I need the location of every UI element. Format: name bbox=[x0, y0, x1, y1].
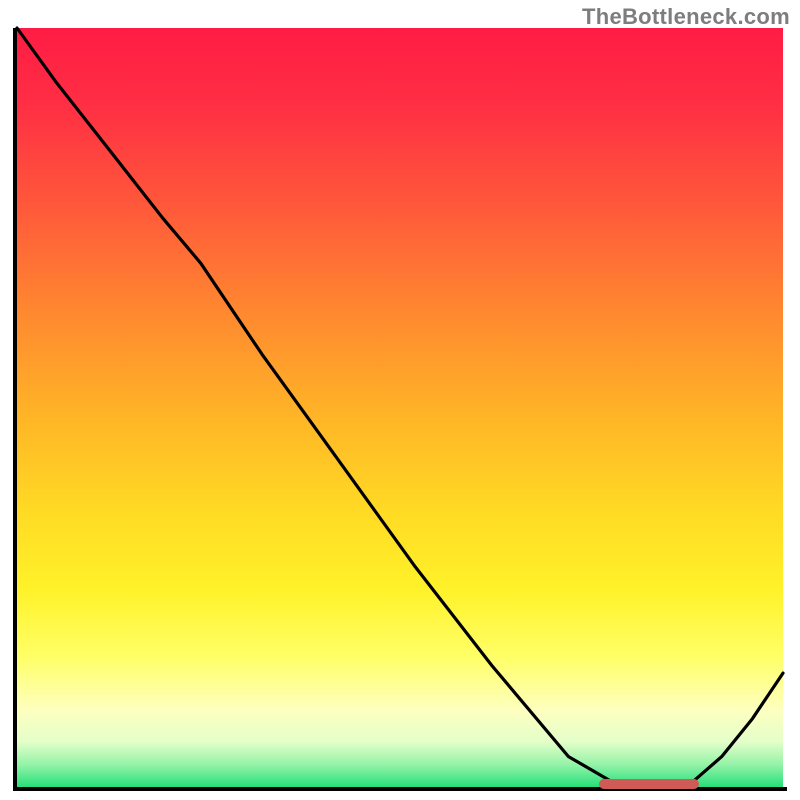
bottleneck-curve bbox=[17, 28, 783, 787]
optimal-range-marker bbox=[599, 779, 699, 789]
chart-frame: TheBottleneck.com bbox=[0, 0, 800, 800]
watermark-text: TheBottleneck.com bbox=[582, 4, 790, 30]
